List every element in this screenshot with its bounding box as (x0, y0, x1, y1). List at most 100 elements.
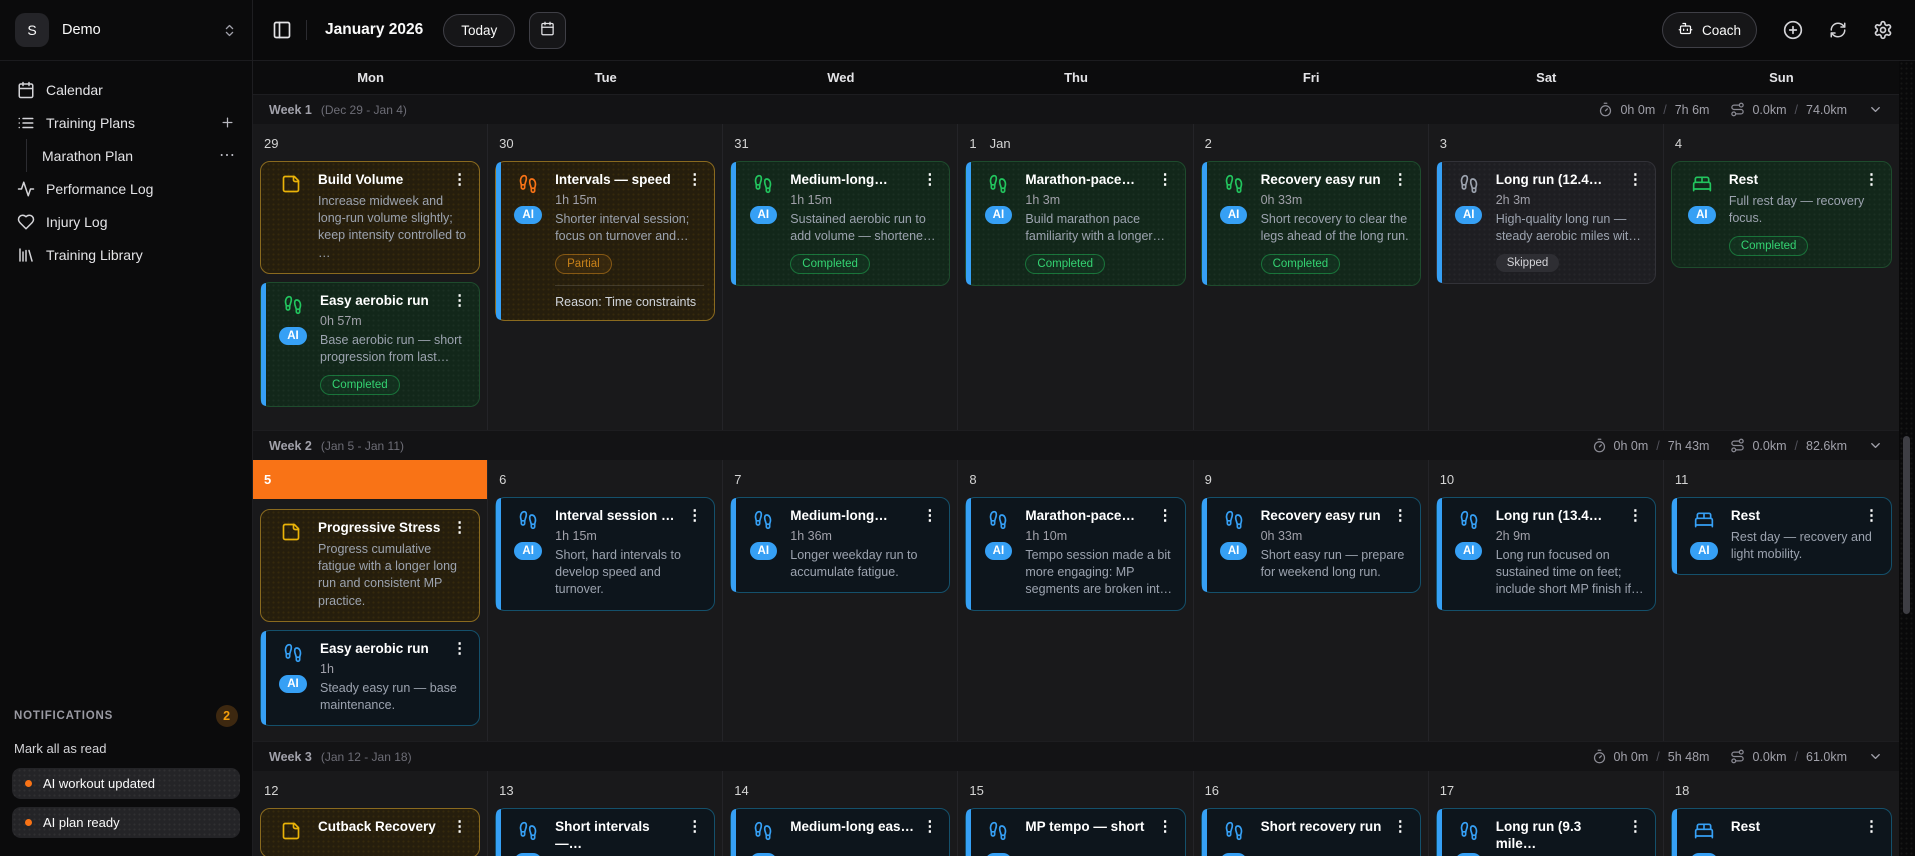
mark-all-read-link[interactable]: Mark all as read (14, 741, 238, 756)
note-card[interactable]: Build Volume ⋮ Increase midweek and long-r… (260, 161, 481, 274)
card-divider (555, 285, 705, 287)
sidebar-item-marathon-plan[interactable]: Marathon Plan ⋯ (27, 139, 244, 172)
workout-card[interactable]: AI Marathon-pace… ⋮ 1h 3m Build marathon pac… (965, 161, 1186, 287)
workout-card[interactable]: AI Easy aerobic run ⋮ 0h 57m Base aerobic ru… (260, 281, 481, 408)
workout-card[interactable]: AI Marathon-pace… ⋮ 1h 10m Tempo session mad… (965, 497, 1186, 611)
card-menu-kebab-icon[interactable]: ⋮ (920, 508, 939, 523)
week-row: 12 Cutback Recovery ⋮ 13 AI Short intervals —… (253, 771, 1899, 856)
card-menu-kebab-icon[interactable]: ⋮ (1626, 172, 1645, 187)
card-menu-kebab-icon[interactable]: ⋮ (685, 819, 704, 834)
plan-menu-button[interactable]: ⋯ (219, 147, 235, 164)
card-menu-kebab-icon[interactable]: ⋮ (450, 293, 469, 308)
today-button[interactable]: Today (443, 13, 516, 47)
card-menu-kebab-icon[interactable]: ⋮ (1862, 819, 1881, 834)
card-menu-kebab-icon[interactable]: ⋮ (1156, 172, 1175, 187)
day-cell-3[interactable]: 3 AI Long run (12.4… ⋮ 2h 3m High-quality lon… (1428, 124, 1664, 430)
workout-card[interactable]: AI Medium-long… ⋮ 1h 15m Sustained aerobic r… (730, 161, 951, 287)
card-menu-kebab-icon[interactable]: ⋮ (1862, 508, 1881, 523)
workout-card[interactable]: AI Long run (9.3 mile… ⋮ (1435, 808, 1656, 856)
card-menu-kebab-icon[interactable]: ⋮ (1391, 172, 1410, 187)
day-cell-1[interactable]: 1 Jan AI Marathon-pace… ⋮ 1h 3m Build marathon… (958, 124, 1194, 430)
card-menu-kebab-icon[interactable]: ⋮ (450, 819, 469, 834)
day-cell-29[interactable]: 29 Build Volume ⋮ Increase midweek and long… (253, 124, 489, 430)
coach-button[interactable]: Coach (1661, 12, 1757, 48)
workout-card[interactable]: AI Short intervals —… ⋮ (495, 808, 716, 856)
sidebar-item-training-plans[interactable]: Training Plans (8, 106, 244, 139)
note-card[interactable]: Cutback Recovery ⋮ (260, 808, 481, 856)
sidebar-item-calendar[interactable]: Calendar (8, 73, 244, 106)
day-cell-7[interactable]: 7 AI Medium-long… ⋮ 1h 36m Longer weekday run… (723, 460, 959, 741)
refresh-icon[interactable] (1829, 21, 1847, 39)
day-number: 1 Jan (965, 130, 1185, 153)
notification-item[interactable]: AI workout updated (12, 768, 240, 799)
day-cell-2[interactable]: 2 AI Recovery easy run ⋮ 0h 33m Short recover… (1193, 124, 1429, 430)
workout-card[interactable]: AI Interval session … ⋮ 1h 15m Short, hard i… (495, 497, 716, 611)
day-cell-30[interactable]: 30 AI Intervals — speed ⋮ 1h 15m Shorter inte… (488, 124, 724, 430)
workout-card[interactable]: AI Medium-long… ⋮ 1h 36m Longer weekday run … (730, 497, 951, 594)
sidebar-item-performance-log[interactable]: Performance Log (8, 172, 244, 205)
calendar-view-button[interactable] (529, 11, 567, 49)
notification-item[interactable]: AI plan ready (12, 807, 240, 838)
workspace-switcher[interactable]: S Demo (0, 0, 252, 61)
card-menu-kebab-icon[interactable]: ⋮ (1862, 172, 1881, 187)
day-cell-8[interactable]: 8 AI Marathon-pace… ⋮ 1h 10m Tempo session ma… (958, 460, 1194, 741)
card-menu-kebab-icon[interactable]: ⋮ (1156, 508, 1175, 523)
card-title-row: Medium-long… ⋮ (790, 172, 939, 189)
card-menu-kebab-icon[interactable]: ⋮ (920, 172, 939, 187)
card-duration: 0h 33m (1260, 192, 1303, 207)
card-menu-kebab-icon[interactable]: ⋮ (450, 172, 469, 187)
card-menu-kebab-icon[interactable]: ⋮ (450, 641, 469, 656)
collapse-week-chevron-icon[interactable] (1868, 438, 1883, 453)
collapse-week-chevron-icon[interactable] (1868, 749, 1883, 764)
scrollbar-thumb[interactable] (1903, 436, 1910, 614)
sidebar-item-training-library[interactable]: Training Library (8, 238, 244, 271)
sidebar-toggle-button[interactable] (272, 20, 292, 40)
card-menu-kebab-icon[interactable]: ⋮ (1626, 819, 1645, 834)
rest-card[interactable]: AI Rest ⋮ (1670, 808, 1892, 856)
card-menu-kebab-icon[interactable]: ⋮ (1156, 819, 1175, 834)
day-cell-18[interactable]: 18 AI Rest ⋮ (1663, 771, 1899, 856)
add-button[interactable] (1783, 20, 1803, 40)
card-menu-kebab-icon[interactable]: ⋮ (920, 819, 939, 834)
workout-card[interactable]: AI Easy aerobic run ⋮ 1h Steady easy run — b… (260, 629, 481, 727)
workout-card[interactable]: AI Recovery easy run ⋮ 0h 33m Short recovery… (1200, 161, 1421, 287)
card-menu-kebab-icon[interactable]: ⋮ (1391, 819, 1410, 834)
rest-card[interactable]: AI Rest ⋮ Full rest day — recovery focus. Co… (1670, 161, 1892, 269)
settings-gear-icon[interactable] (1873, 20, 1893, 40)
card-menu-kebab-icon[interactable]: ⋮ (450, 520, 469, 535)
workout-card[interactable]: AI Recovery easy run ⋮ 0h 33m Short easy run… (1200, 497, 1421, 594)
day-number-text: 16 (1204, 783, 1220, 798)
workout-card[interactable]: AI Short recovery run ⋮ (1200, 808, 1421, 856)
day-cell-14[interactable]: 14 AI Medium-long eas… ⋮ (723, 771, 959, 856)
card-menu-kebab-icon[interactable]: ⋮ (685, 508, 704, 523)
day-cell-10[interactable]: 10 AI Long run (13.4… ⋮ 2h 9m Long run focuse… (1428, 460, 1664, 741)
day-cell-4[interactable]: 4 AI Rest ⋮ Full rest day — recovery focus. C… (1663, 124, 1899, 430)
workout-card[interactable]: AI Medium-long eas… ⋮ (730, 808, 951, 856)
day-cell-6[interactable]: 6 AI Interval session … ⋮ 1h 15m Short, hard … (488, 460, 724, 741)
workout-card[interactable]: AI MP tempo — short ⋮ (965, 808, 1186, 856)
day-cell-9[interactable]: 9 AI Recovery easy run ⋮ 0h 33m Short easy ru… (1193, 460, 1429, 741)
note-card[interactable]: Progressive Stress ⋮ Progress cumulative f… (260, 509, 481, 622)
card-icon-column: AI (1687, 508, 1721, 563)
collapse-week-chevron-icon[interactable] (1868, 102, 1883, 117)
workout-card[interactable]: AI Long run (13.4… ⋮ 2h 9m Long run focused … (1435, 497, 1656, 611)
add-plan-button[interactable] (220, 115, 235, 130)
day-cell-15[interactable]: 15 AI MP tempo — short ⋮ (958, 771, 1194, 856)
day-cell-5[interactable]: 5 Progressive Stress ⋮ Progress cumulative … (253, 460, 489, 741)
day-cell-17[interactable]: 17 AI Long run (9.3 mile… ⋮ (1428, 771, 1664, 856)
bed-icon (1694, 821, 1714, 846)
day-cell-16[interactable]: 16 AI Short recovery run ⋮ (1193, 771, 1429, 856)
rest-card[interactable]: AI Rest ⋮ Rest day — recovery and light mob… (1670, 497, 1892, 576)
card-menu-kebab-icon[interactable]: ⋮ (1626, 508, 1645, 523)
day-cell-31[interactable]: 31 AI Medium-long… ⋮ 1h 15m Sustained aerobic… (723, 124, 959, 430)
day-cell-12[interactable]: 12 Cutback Recovery ⋮ (253, 771, 489, 856)
day-cell-13[interactable]: 13 AI Short intervals —… ⋮ (488, 771, 724, 856)
sidebar-item-injury-log[interactable]: Injury Log (8, 205, 244, 238)
vertical-scrollbar[interactable] (1899, 61, 1915, 856)
footprints-icon (988, 821, 1008, 846)
card-menu-kebab-icon[interactable]: ⋮ (685, 172, 704, 187)
workout-card[interactable]: AI Long run (12.4… ⋮ 2h 3m High-quality long… (1435, 161, 1656, 285)
day-cell-11[interactable]: 11 AI Rest ⋮ Rest day — recovery and light m… (1663, 460, 1899, 741)
workout-card[interactable]: AI Intervals — speed ⋮ 1h 15m Shorter interv… (495, 161, 716, 322)
card-menu-kebab-icon[interactable]: ⋮ (1391, 508, 1410, 523)
